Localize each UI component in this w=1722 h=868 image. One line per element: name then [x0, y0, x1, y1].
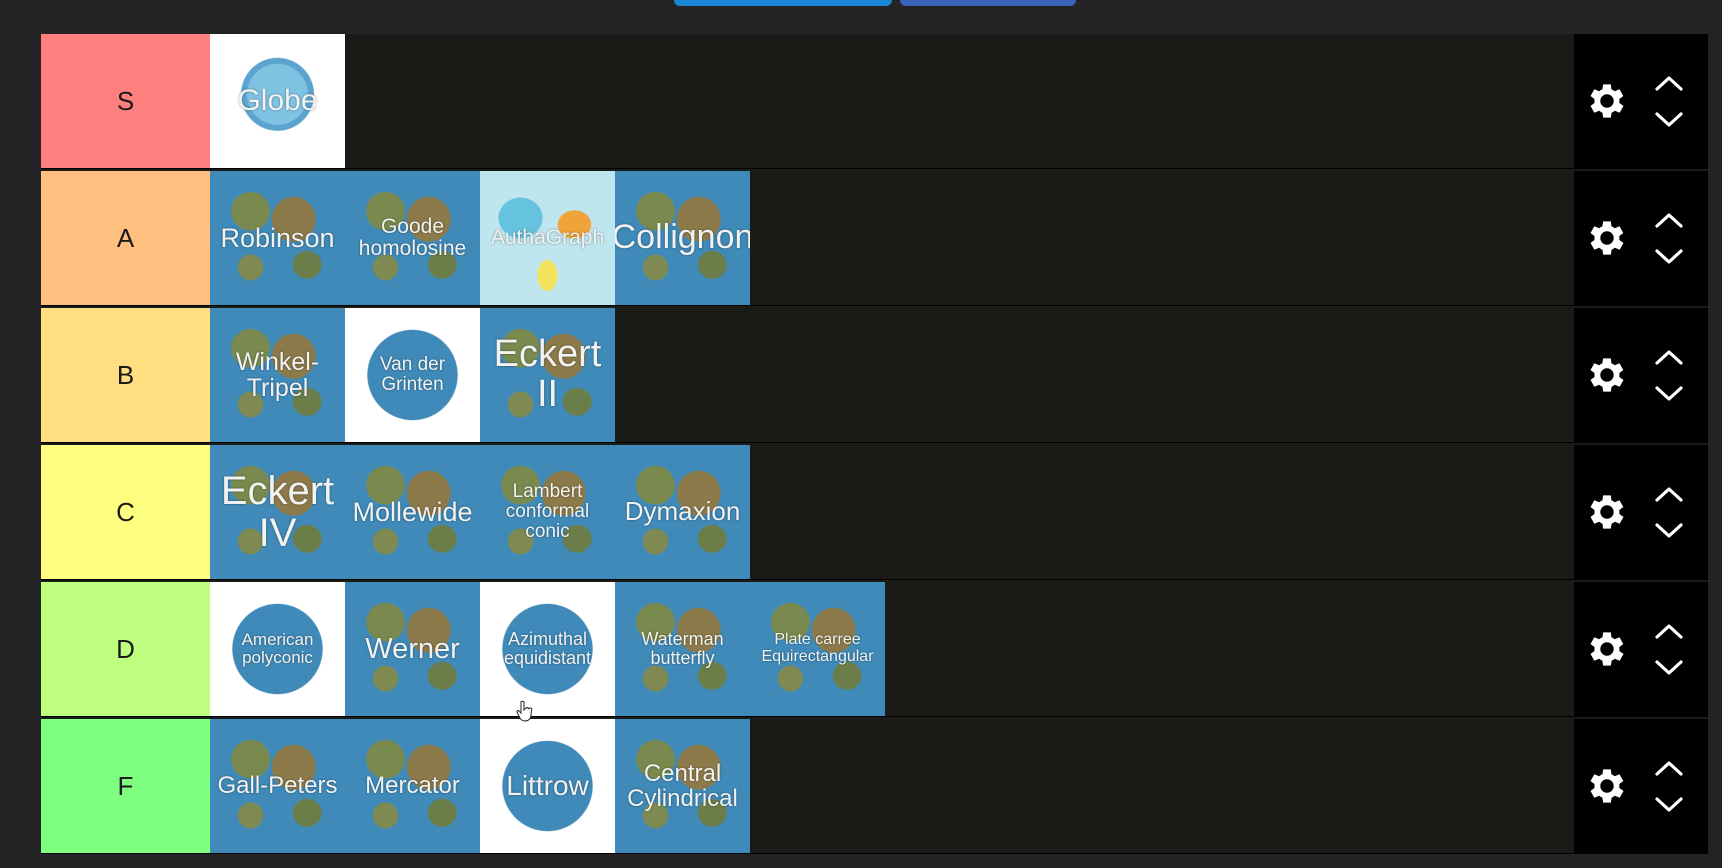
- projection-tile[interactable]: Waterman butterfly: [615, 582, 750, 716]
- top-button-primary[interactable]: [674, 0, 892, 6]
- tier-items-dropzone[interactable]: American polyconic Werner Azimuthal equidi…: [210, 582, 1574, 716]
- projection-tile-label: Mollewide: [352, 496, 473, 527]
- gear-icon[interactable]: [1574, 489, 1640, 535]
- tier-controls: [1574, 445, 1708, 579]
- chevron-down-icon[interactable]: [1654, 382, 1684, 404]
- projection-tile-label: Waterman butterfly: [641, 629, 724, 668]
- projection-tile[interactable]: American polyconic: [210, 582, 345, 716]
- tier-label[interactable]: C: [41, 445, 210, 579]
- chevron-down-icon[interactable]: [1654, 656, 1684, 678]
- projection-tile-label: Mercator: [365, 772, 460, 800]
- chevron-up-icon[interactable]: [1654, 757, 1684, 779]
- tier-items-dropzone[interactable]: Eckert IV Mollewide Lambert conformal coni…: [210, 445, 1574, 579]
- chevron-up-icon[interactable]: [1654, 346, 1684, 368]
- gear-icon[interactable]: [1574, 78, 1640, 124]
- projection-tile[interactable]: Plate carree Equirectangular: [750, 582, 885, 716]
- tier-move-controls: [1640, 620, 1698, 678]
- tier-controls: [1574, 34, 1708, 168]
- projection-tile[interactable]: Robinson: [210, 171, 345, 305]
- projection-tile-label: Goode homolosine: [358, 214, 467, 260]
- projection-tile[interactable]: Mercator: [345, 719, 480, 853]
- tier-move-controls: [1640, 209, 1698, 267]
- projection-tile-label: Globe: [237, 84, 318, 118]
- projection-tile[interactable]: Littrow: [480, 719, 615, 853]
- tier-move-controls: [1640, 72, 1698, 130]
- projection-tile[interactable]: Van der Grinten: [345, 308, 480, 442]
- projection-tile[interactable]: Central Cylindrical: [615, 719, 750, 853]
- chevron-up-icon[interactable]: [1654, 209, 1684, 231]
- projection-tile[interactable]: Mollewide: [345, 445, 480, 579]
- projection-tile-label: AuthaGraph: [490, 225, 605, 249]
- chevron-up-icon[interactable]: [1654, 620, 1684, 642]
- top-toolbar: [0, 0, 1722, 34]
- projection-tile[interactable]: Werner: [345, 582, 480, 716]
- projection-tile[interactable]: Winkel-Tripel: [210, 308, 345, 442]
- projection-tile-label: Eckert IV: [220, 469, 335, 555]
- tier-label[interactable]: A: [41, 171, 210, 305]
- projection-tile[interactable]: Gall-Peters: [210, 719, 345, 853]
- projection-tile-label: Dymaxion: [624, 496, 741, 527]
- projection-tile-label: Lambert conformal conic: [505, 481, 590, 542]
- gear-icon[interactable]: [1574, 215, 1640, 261]
- tier-items-dropzone[interactable]: Winkel-Tripel Van der Grinten Eckert II: [210, 308, 1574, 442]
- tier-label[interactable]: B: [41, 308, 210, 442]
- projection-tile[interactable]: Dymaxion: [615, 445, 750, 579]
- chevron-up-icon[interactable]: [1654, 72, 1684, 94]
- projection-tile-label: Werner: [365, 632, 460, 665]
- tier-move-controls: [1640, 483, 1698, 541]
- projection-tile[interactable]: AuthaGraph: [480, 171, 615, 305]
- projection-tile-label: Plate carree Equirectangular: [761, 631, 874, 665]
- projection-tile-label: Azimuthal equidistant: [503, 629, 592, 668]
- projection-tile-label: Robinson: [220, 222, 335, 253]
- tier-row-b: B Winkel-Tripel Van der Grinten Eckert II: [41, 308, 1708, 443]
- chevron-down-icon[interactable]: [1654, 519, 1684, 541]
- projection-tile-label: Collignon: [615, 218, 750, 257]
- tier-label[interactable]: D: [41, 582, 210, 716]
- projection-tile[interactable]: Lambert conformal conic: [480, 445, 615, 579]
- tier-row-a: A Robinson Goode homolosine AuthaGraph Colli…: [41, 171, 1708, 306]
- tier-label[interactable]: F: [41, 719, 210, 853]
- chevron-down-icon[interactable]: [1654, 793, 1684, 815]
- tier-label[interactable]: S: [41, 34, 210, 168]
- tier-row-d: D American polyconic Werner Azimuthal equid…: [41, 582, 1708, 717]
- projection-tile[interactable]: Eckert IV: [210, 445, 345, 579]
- gear-icon[interactable]: [1574, 352, 1640, 398]
- tier-list-board: S Globe A Robinson Goode homolosine AuthaGrap…: [41, 34, 1708, 854]
- projection-tile-label: Van der Grinten: [379, 354, 446, 395]
- projection-tile-label: Gall-Peters: [217, 772, 338, 800]
- projection-tile[interactable]: Collignon: [615, 171, 750, 305]
- tier-move-controls: [1640, 757, 1698, 815]
- projection-tile-label: Eckert II: [493, 333, 602, 415]
- gear-icon[interactable]: [1574, 626, 1640, 672]
- tier-move-controls: [1640, 346, 1698, 404]
- projection-tile-label: Littrow: [506, 770, 589, 802]
- tier-row-c: C Eckert IV Mollewide Lambert conformal con…: [41, 445, 1708, 580]
- tier-controls: [1574, 582, 1708, 716]
- tier-row-s: S Globe: [41, 34, 1708, 169]
- tier-items-dropzone[interactable]: Gall-Peters Mercator Littrow Central Cylind…: [210, 719, 1574, 853]
- tier-controls: [1574, 719, 1708, 853]
- chevron-up-icon[interactable]: [1654, 483, 1684, 505]
- projection-tile[interactable]: Globe: [210, 34, 345, 168]
- tier-items-dropzone[interactable]: Globe: [210, 34, 1574, 168]
- projection-tile[interactable]: Goode homolosine: [345, 171, 480, 305]
- tier-row-f: F Gall-Peters Mercator Littrow Central Cylin…: [41, 719, 1708, 854]
- projection-tile-label: American polyconic: [241, 630, 314, 667]
- gear-icon[interactable]: [1574, 763, 1640, 809]
- chevron-down-icon[interactable]: [1654, 245, 1684, 267]
- tier-controls: [1574, 171, 1708, 305]
- chevron-down-icon[interactable]: [1654, 108, 1684, 130]
- tier-controls: [1574, 308, 1708, 442]
- projection-tile-label: Central Cylindrical: [627, 759, 738, 812]
- mouse-cursor-icon: [516, 700, 533, 722]
- top-button-secondary[interactable]: [900, 0, 1076, 6]
- projection-tile-label: Winkel-Tripel: [235, 347, 320, 402]
- tier-items-dropzone[interactable]: Robinson Goode homolosine AuthaGraph Collig…: [210, 171, 1574, 305]
- projection-tile[interactable]: Azimuthal equidistant: [480, 582, 615, 716]
- projection-tile[interactable]: Eckert II: [480, 308, 615, 442]
